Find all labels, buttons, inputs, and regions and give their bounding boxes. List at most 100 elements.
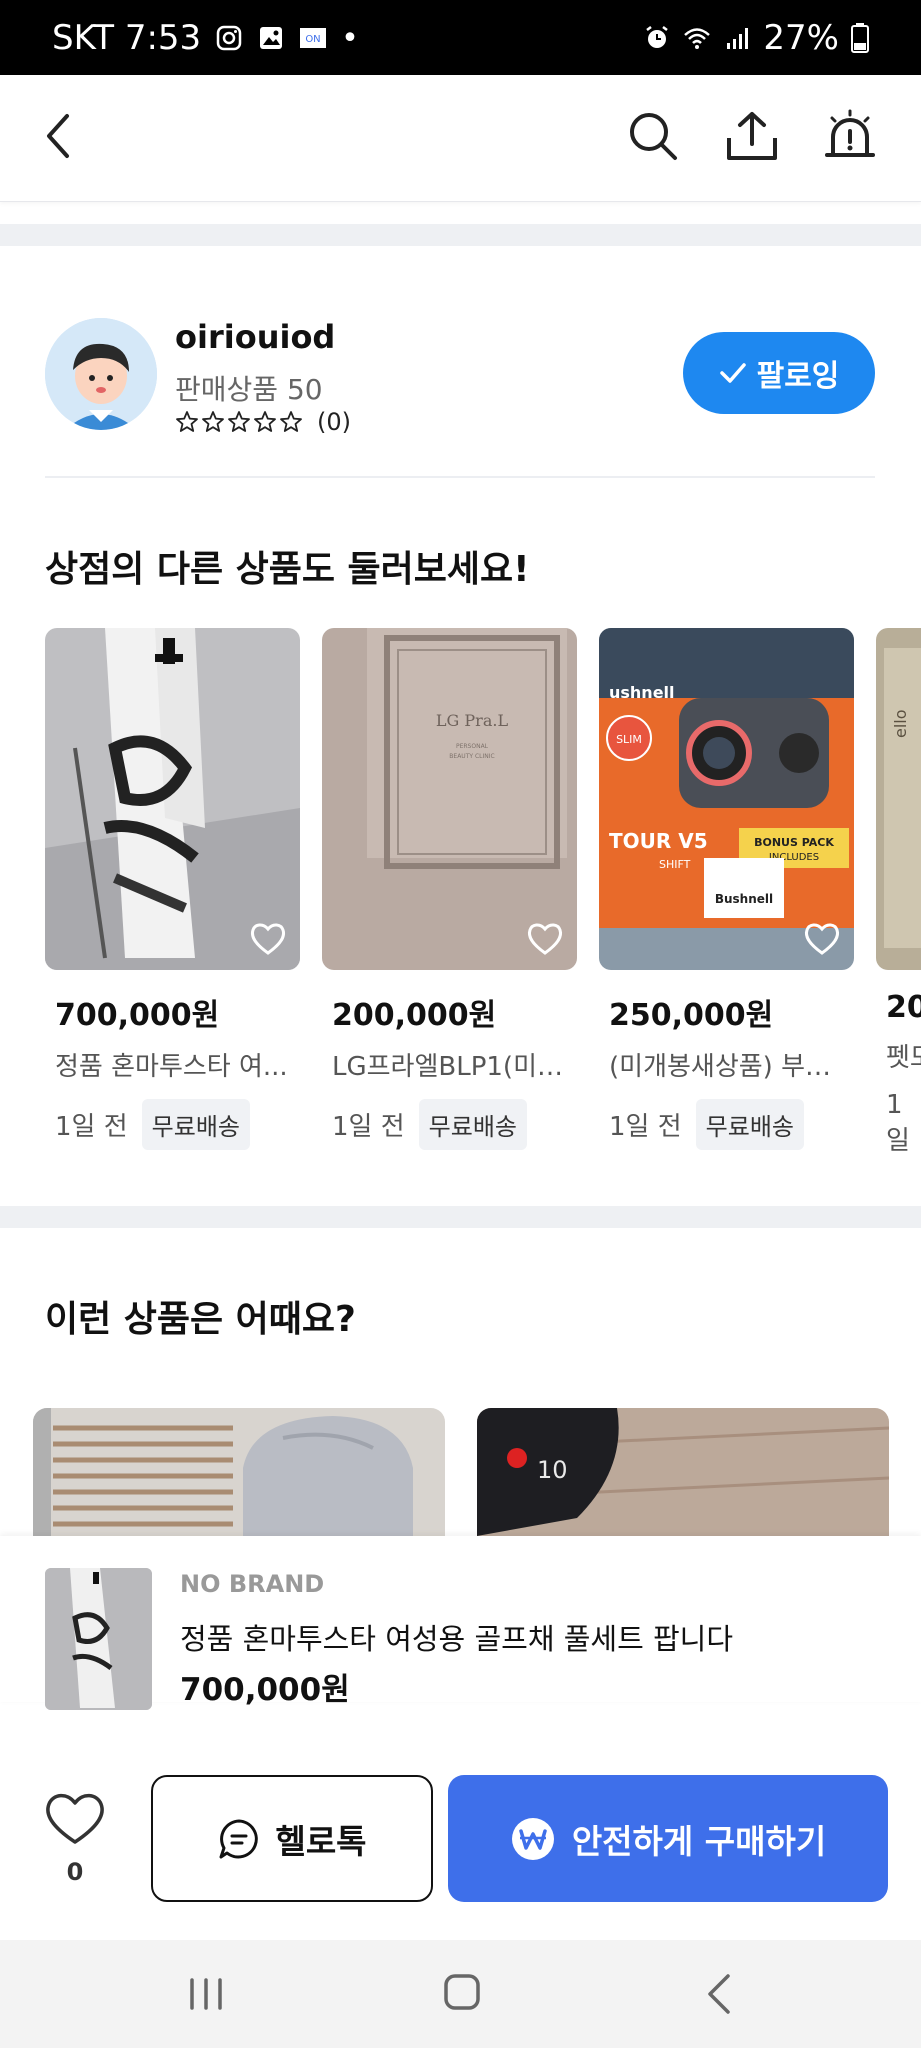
product-meta: 1일 전 무료배송 [609,1099,854,1150]
seller-product-count: 판매상품 50 [175,373,323,406]
top-app-bar [0,75,921,202]
battery-percent: 27% [763,18,839,58]
summary-brand: NO BRAND [180,1570,325,1598]
status-right: 27% [643,18,869,58]
product-time: 1일 [886,1090,910,1156]
recommend-thumbnail[interactable]: 10 [477,1408,889,1536]
report-button[interactable] [815,101,885,171]
svg-text:BEAUTY CLINIC: BEAUTY CLINIC [449,753,494,760]
product-card[interactable]: ushnell SLIM TOUR V5 SHIFT BONUS PACK IN… [599,628,854,1150]
svg-text:SHIFT: SHIFT [659,858,691,871]
share-button[interactable] [717,101,787,171]
section-divider [0,1206,921,1228]
product-price: 700,000원 [55,998,220,1033]
free-shipping-badge: 무료배송 [141,1099,250,1150]
seller-divider [45,476,875,478]
heart-icon[interactable] [802,918,842,958]
recommend-thumbnail[interactable] [33,1408,445,1536]
heart-icon[interactable] [248,918,288,958]
seller-avatar[interactable] [45,318,157,430]
golf-bag-image [45,1568,152,1710]
like-count: 0 [66,1858,84,1886]
safe-buy-button[interactable]: 안전하게 구매하기 [448,1775,888,1902]
product-meta: 1일 전 무료배송 [55,1099,300,1150]
alarm-icon [646,26,669,48]
svg-text:ushnell: ushnell [609,683,675,702]
check-icon [719,363,746,383]
like-button[interactable] [40,1790,110,1850]
avatar-illustration [45,318,157,430]
search-icon [630,113,677,160]
search-button[interactable] [618,101,688,171]
product-price: 250,000원 [609,998,774,1033]
product-title: 정품 혼마투스타 여... [55,1052,288,1082]
product-time: 1일 전 [332,1112,405,1142]
golf-bag-cover-image [33,1408,445,1536]
back-icon [47,114,69,158]
product-meta: 1일 [886,1090,921,1157]
product-title: LG프라엘BLP1(미개... [332,1052,572,1082]
product-title: (미개봉새상품) 부쉬... [609,1052,849,1082]
chat-bubble-icon [219,1819,259,1858]
product-price: 20 [886,990,921,1025]
svg-text:ello: ello [891,709,910,738]
recommend-section-title: 이런 상품은 어때요? [45,1299,356,1340]
instagram-icon [216,25,242,51]
product-thumbnail [45,628,300,970]
product-time: 1일 전 [55,1112,128,1142]
wifi-icon [684,28,711,49]
summary-price: 700,000원 [180,1672,350,1708]
free-shipping-badge: 무료배송 [418,1099,527,1150]
battery-icon [851,23,869,53]
buy-label: 안전하게 구매하기 [571,1821,827,1861]
product-title: 펫모 [886,1043,921,1073]
free-shipping-badge: 무료배송 [695,1099,804,1150]
rating-stars-icon [176,411,302,432]
heart-icon[interactable] [525,918,565,958]
chat-button[interactable]: 헬로톡 [151,1775,433,1902]
follow-label: 팔로잉 [756,359,840,394]
product-thumbnail: ushnell SLIM TOUR V5 SHIFT BONUS PACK IN… [599,628,854,970]
golf-driver-image: 10 [477,1408,889,1536]
store-section-title: 상점의 다른 상품도 둘러보세요! [45,549,530,590]
product-card[interactable]: LG Pra.L PERSONAL BEAUTY CLINIC 200,000원… [322,628,577,1150]
svg-text:ON: ON [305,34,320,45]
svg-text:LG Pra.L: LG Pra.L [436,711,509,730]
follow-button[interactable]: 팔로잉 [683,332,875,414]
product-time: 1일 전 [609,1112,682,1142]
home-icon[interactable] [442,1972,482,2012]
won-coin-icon [511,1817,554,1860]
product-thumbnail: LG Pra.L PERSONAL BEAUTY CLINIC [322,628,577,970]
heart-icon [46,1793,104,1844]
section-divider [0,224,921,246]
summary-title: 정품 혼마투스타 여성용 골프채 풀세트 팝니다 [180,1622,734,1656]
product-meta: 1일 전 무료배송 [332,1099,577,1150]
svg-text:PERSONAL: PERSONAL [456,743,489,750]
chat-label: 헬로톡 [275,1821,367,1861]
seller-rating: (0) [175,408,351,436]
svg-text:BONUS PACK: BONUS PACK [754,836,834,849]
more-dot-icon: • [341,20,359,56]
carrier-time: SKT 7:53 [52,18,202,58]
rating-count: (0) [317,408,351,436]
signal-icon [727,28,749,49]
gallery-icon [260,27,283,49]
seller-name[interactable]: oiriouiod [175,318,335,356]
svg-text:SLIM: SLIM [616,733,642,746]
svg-text:TOUR V5: TOUR V5 [609,829,708,853]
summary-thumbnail [45,1568,152,1710]
share-icon [727,112,777,160]
report-icon [825,109,875,157]
system-back-icon[interactable] [700,1972,740,2016]
box-image: ello [876,628,921,970]
status-bar: SKT 7:53 ON • 27% [0,0,921,75]
product-card[interactable]: ello 20 펫모 1일 [876,628,921,1157]
recent-apps-icon[interactable] [186,1974,226,2014]
back-button[interactable] [24,101,94,171]
app-notification-icon: ON [300,28,327,48]
svg-text:10: 10 [537,1456,568,1484]
status-left: SKT 7:53 ON • [52,18,359,58]
product-thumbnail: ello [876,628,921,970]
svg-text:Bushnell: Bushnell [715,892,773,906]
product-card[interactable]: 700,000원 정품 혼마투스타 여... 1일 전 무료배송 [45,628,300,1150]
